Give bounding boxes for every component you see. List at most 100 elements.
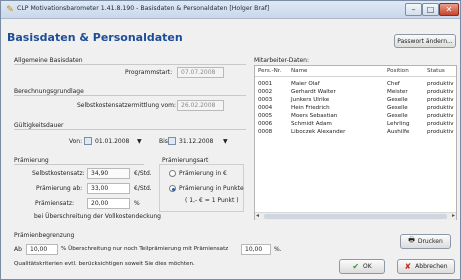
chevron-down-icon[interactable]: ▼ <box>223 136 228 147</box>
praemiensatz-unit: % <box>134 200 140 207</box>
table-cell: Liboczek Alexander <box>291 129 346 135</box>
praemiensatz-input[interactable]: 20,00 <box>87 198 130 209</box>
app-icon: ✎ <box>6 5 14 15</box>
maximize-button[interactable]: □ <box>422 3 439 16</box>
divider <box>14 95 246 96</box>
table-cell: produktiv <box>427 97 454 103</box>
minimize-button[interactable]: – <box>405 3 422 16</box>
table-cell: 0002 <box>258 89 273 95</box>
table-row[interactable]: 0004 Hein Friedrich Geselle produktiv <box>255 104 456 112</box>
begrenzung-ab-label: Ab <box>14 246 22 253</box>
table-cell: Maier Olaf <box>291 81 320 87</box>
bis-date-picker[interactable]: 31.12.2008 ▼ <box>168 136 230 147</box>
praemiensatz-label: Prämiensatz: <box>35 200 74 207</box>
table-row[interactable]: 0008 Liboczek Alexander Aushilfe produkt… <box>255 128 456 136</box>
selbstkostensatz-unit: €/Std. <box>134 170 152 177</box>
begrenzung-percent: %. <box>274 246 282 253</box>
table-row[interactable]: 0002 Gerhardt Walter Meister produktiv <box>255 88 456 96</box>
window-title: CLP Motivationsbarometer 1.41.8.190 - Ba… <box>17 5 270 12</box>
bis-date-value: 31.12.2008 <box>179 138 214 145</box>
gueltigkeit-section-label: Gültigkeitsdauer <box>14 122 64 129</box>
table-cell: produktiv <box>427 129 454 135</box>
ok-button[interactable]: ✔ OK <box>339 259 385 274</box>
option-euro-label: Prämierung in € <box>179 170 227 177</box>
cancel-button[interactable]: ✘ Abbrechen <box>397 259 455 274</box>
print-button[interactable]: 🖶 Drucken <box>400 234 451 249</box>
table-cell: Geselle <box>387 113 408 119</box>
table-cell: 0003 <box>258 97 273 103</box>
radio-praemierung-punkte[interactable] <box>169 185 176 192</box>
table-cell: produktiv <box>427 105 454 111</box>
table-cell: 0001 <box>258 81 273 87</box>
selbstkostensatz-field: 34,90 <box>87 168 130 179</box>
close-button[interactable]: ✕ <box>439 3 459 16</box>
begrenzung-note: Qualitätskriterien evtl. berücksichtigen… <box>14 261 195 267</box>
cancel-button-label: Abbrechen <box>415 263 448 270</box>
printer-icon: 🖶 <box>408 236 415 244</box>
horizontal-scrollbar[interactable]: ◂ ▸ <box>255 212 456 220</box>
programmstart-field: 07.07.2008 <box>177 67 224 78</box>
table-row[interactable]: 0003 Junkers Ulrike Geselle produktiv <box>255 96 456 104</box>
table-cell: produktiv <box>427 89 454 95</box>
bis-checkbox[interactable] <box>168 137 176 145</box>
begrenzung-ab-input[interactable]: 10,00 <box>26 244 58 255</box>
checkmark-icon: ✔ <box>352 262 360 271</box>
begrenzung-satz-input[interactable]: 10,00 <box>241 244 271 255</box>
divider <box>14 164 144 165</box>
scroll-left-icon[interactable]: ◂ <box>256 212 259 219</box>
table-cell: Aushilfe <box>387 129 410 135</box>
print-button-label: Drucken <box>417 238 443 245</box>
praemierung-note: bei Überschreitung der Vollkostendeckung <box>34 213 161 220</box>
scrollbar-thumb[interactable] <box>264 214 447 219</box>
table-cell: Junkers Ulrike <box>291 97 330 103</box>
basisdaten-section-label: Allgemeine Basisdaten <box>14 57 83 64</box>
column-header[interactable]: Pers.-Nr. <box>258 68 281 74</box>
table-cell: Geselle <box>387 105 408 111</box>
ermittlung-label: Selbstkostensatzermittlung vom: <box>77 102 177 109</box>
radio-praemierung-euro[interactable] <box>169 170 176 177</box>
von-date-picker[interactable]: 01.01.2008 ▼ <box>84 136 144 147</box>
begrenzung-text: % Überschreitung nur noch Teilprämierung… <box>61 246 229 252</box>
title-bar: ✎ CLP Motivationsbarometer 1.41.8.190 - … <box>1 1 460 19</box>
table-cell: Hein Friedrich <box>291 105 330 111</box>
table-header: Pers.-Nr. Name Position Status <box>255 66 456 77</box>
ermittlung-field: 26.02.2008 <box>177 100 224 111</box>
main-window: ✎ CLP Motivationsbarometer 1.41.8.190 - … <box>0 0 461 280</box>
table-cell: Geselle <box>387 97 408 103</box>
table-cell: produktiv <box>427 81 454 87</box>
praemierung-ab-input[interactable]: 33,00 <box>87 183 130 194</box>
mitarbeiter-label: Mitarbeiter-Daten: <box>254 57 309 64</box>
employee-table: Pers.-Nr. Name Position Status 0001 Maie… <box>254 65 457 220</box>
table-cell: 0005 <box>258 113 273 119</box>
option-punkte-label: Prämierung in Punkte <box>179 185 244 192</box>
table-cell: 0004 <box>258 105 273 111</box>
table-cell: 0008 <box>258 129 273 135</box>
divider <box>14 129 246 130</box>
table-row[interactable]: 0001 Maier Olaf Chef produktiv <box>255 80 456 88</box>
table-cell: 0006 <box>258 121 273 127</box>
ok-button-label: OK <box>363 263 372 270</box>
cancel-icon: ✘ <box>404 262 412 271</box>
table-cell: Moers Sebastian <box>291 113 338 119</box>
begrenzung-section-label: Prämienbegrenzung <box>14 232 75 239</box>
change-password-button[interactable]: Passwort ändern... <box>394 34 456 48</box>
berechnung-section-label: Berechnungsgrundlage <box>14 88 84 95</box>
praemierungsart-label: Prämierungsart <box>162 157 209 164</box>
chevron-down-icon[interactable]: ▼ <box>137 136 142 147</box>
table-cell: Gerhardt Walter <box>291 89 336 95</box>
programmstart-label: Programmstart: <box>125 69 173 76</box>
column-header[interactable]: Name <box>291 68 308 74</box>
von-label: Von: <box>69 138 83 145</box>
table-cell: Lehrling <box>387 121 410 127</box>
table-row[interactable]: 0005 Moers Sebastian Geselle produktiv <box>255 112 456 120</box>
column-header[interactable]: Status <box>427 68 445 74</box>
scroll-right-icon[interactable]: ▸ <box>452 212 455 219</box>
table-row[interactable]: 0006 Schmidt Adam Lehrling produktiv <box>255 120 456 128</box>
praemierung-ab-label: Prämierung ab: <box>36 185 83 192</box>
von-checkbox[interactable] <box>84 137 92 145</box>
table-cell: Schmidt Adam <box>291 121 332 127</box>
praemierung-ab-unit: €/Std. <box>134 185 152 192</box>
von-date-value: 01.01.2008 <box>95 138 130 145</box>
column-header[interactable]: Position <box>387 68 409 74</box>
table-cell: Chef <box>387 81 400 87</box>
